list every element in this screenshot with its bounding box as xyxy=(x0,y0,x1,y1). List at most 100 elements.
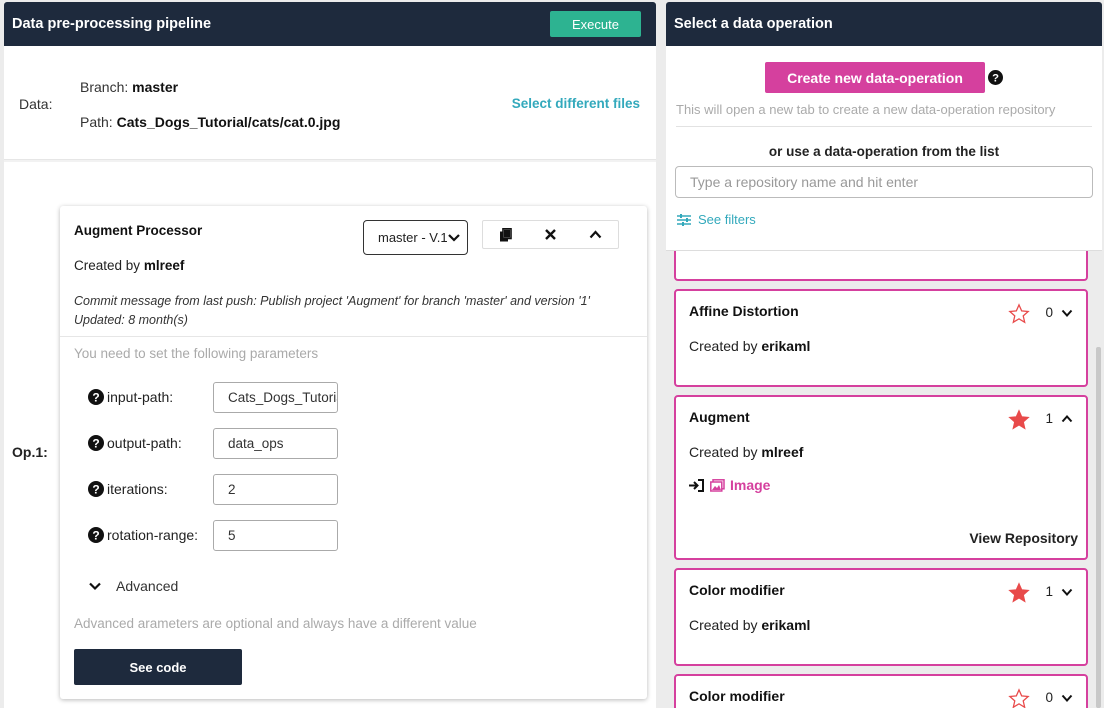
version-select[interactable]: master - V.1 xyxy=(363,220,468,255)
input-type-label: Image xyxy=(730,477,771,493)
chevron-down-icon[interactable] xyxy=(1061,692,1073,704)
selector-title: Select a data operation xyxy=(674,16,833,32)
param-label: input-path: xyxy=(107,389,174,405)
chevron-up-icon[interactable] xyxy=(1061,413,1073,425)
operation-card[interactable]: Augment Created by mlreef 1 Image View R… xyxy=(674,395,1088,560)
param-rotation-range: ? rotation-range: xyxy=(88,519,198,551)
created-by-label: Created by xyxy=(689,338,758,354)
filter-icon xyxy=(677,213,691,226)
operation-card[interactable]: Affine Distortion Created by erikaml 0 xyxy=(674,289,1088,387)
version-select-value: master - V.1 xyxy=(378,230,448,245)
help-icon[interactable]: ? xyxy=(988,70,1003,85)
processor-author: mlreef xyxy=(143,258,185,273)
operation-card[interactable]: Color modifier Created by erikaml 1 xyxy=(674,568,1088,666)
operation-card[interactable]: Color modifier 0 xyxy=(674,674,1088,708)
operation-name: Augment xyxy=(689,409,750,425)
advanced-note: Advanced arameters are optional and alwa… xyxy=(74,616,477,631)
svg-text:?: ? xyxy=(992,73,999,85)
star-icon[interactable] xyxy=(1008,303,1030,325)
chevron-down-icon xyxy=(89,582,101,591)
help-icon[interactable]: ? xyxy=(88,435,104,451)
selector-controls: Create new data-operation ? This will op… xyxy=(666,46,1102,251)
pipeline-panel: Data pre-processing pipeline Execute Dat… xyxy=(4,2,656,708)
image-icon xyxy=(710,478,725,492)
branch-value: master xyxy=(132,79,179,95)
star-filled-icon[interactable] xyxy=(1008,409,1030,431)
chevron-up-icon[interactable] xyxy=(586,225,606,245)
view-repository-link[interactable]: View Repository xyxy=(969,530,1078,546)
scrollbar[interactable] xyxy=(1096,347,1101,708)
param-iterations: ? iterations: xyxy=(88,473,168,505)
operation-name: Color modifier xyxy=(689,688,785,704)
param-label: iterations: xyxy=(107,481,168,497)
create-data-operation-button[interactable]: Create new data-operation xyxy=(765,62,985,93)
svg-text:?: ? xyxy=(92,391,99,405)
star-filled-icon[interactable] xyxy=(1008,582,1030,604)
sign-in-icon xyxy=(689,478,704,492)
svg-text:?: ? xyxy=(92,529,99,543)
branch-label: Branch: xyxy=(80,79,129,95)
pipeline-title: Data pre-processing pipeline xyxy=(12,16,212,32)
help-icon[interactable]: ? xyxy=(88,481,104,497)
updated-time: Updated: 8 month(s) xyxy=(74,313,188,327)
data-selection-box: Data: Branch: master Path: Cats_Dogs_Tut… xyxy=(4,46,656,160)
chevron-down-icon[interactable] xyxy=(1061,307,1073,319)
param-input-path: ? input-path: xyxy=(88,381,173,413)
see-code-button[interactable]: See code xyxy=(74,649,242,685)
rotation-range-field[interactable]: 5 xyxy=(213,520,338,551)
path-value: Cats_Dogs_Tutorial/cats/cat.0.jpg xyxy=(116,114,341,130)
param-output-path: ? output-path: xyxy=(88,427,182,459)
created-by-label: Created by xyxy=(74,258,141,273)
new-tab-note: This will open a new tab to create a new… xyxy=(676,102,1056,117)
path-label: Path: xyxy=(80,114,113,130)
close-icon[interactable] xyxy=(541,225,561,245)
advanced-label: Advanced xyxy=(116,578,179,594)
operation-author: erikaml xyxy=(761,338,811,354)
input-type-tag: Image xyxy=(689,477,770,493)
commit-info: Commit message from last push: Publish p… xyxy=(74,292,590,330)
operation-name: Color modifier xyxy=(689,582,785,598)
execute-button[interactable]: Execute xyxy=(550,11,641,37)
see-filters-link[interactable]: See filters xyxy=(677,212,756,227)
op-index-label: Op.1: xyxy=(12,444,48,460)
help-icon[interactable]: ? xyxy=(88,389,104,405)
iterations-field[interactable]: 2 xyxy=(213,474,338,505)
help-icon[interactable]: ? xyxy=(88,527,104,543)
copy-icon[interactable] xyxy=(496,225,516,245)
repository-search-input[interactable]: Type a repository name and hit enter xyxy=(675,166,1093,198)
advanced-toggle[interactable]: Advanced xyxy=(88,578,178,594)
processor-title: Augment Processor xyxy=(74,223,203,238)
path-info: Path: Cats_Dogs_Tutorial/cats/cat.0.jpg xyxy=(80,114,340,130)
operation-created-by: Created by erikaml xyxy=(689,338,810,354)
param-label: output-path: xyxy=(107,435,182,451)
svg-text:?: ? xyxy=(92,483,99,497)
divider xyxy=(676,126,1092,127)
data-label: Data: xyxy=(19,96,53,112)
divider xyxy=(60,336,647,337)
operation-name: Affine Distortion xyxy=(689,303,799,319)
chevron-down-icon xyxy=(448,234,460,242)
operation-selector-panel: Select a data operation Create new data-… xyxy=(666,2,1102,708)
branch-info: Branch: master xyxy=(80,79,178,95)
processor-card: Augment Processor Created by mlreef mast… xyxy=(60,206,647,699)
param-label: rotation-range: xyxy=(107,527,199,543)
see-filters-label: See filters xyxy=(698,212,756,227)
operation-area: Op.1: Augment Processor Created by mlree… xyxy=(4,162,656,708)
operation-author: mlreef xyxy=(761,444,804,460)
star-count: 1 xyxy=(1045,411,1053,426)
svg-text:?: ? xyxy=(92,437,99,451)
input-path-field[interactable]: Cats_Dogs_Tutorial xyxy=(213,382,338,413)
star-count: 0 xyxy=(1045,305,1053,320)
or-use-label: or use a data-operation from the list xyxy=(768,144,1000,159)
params-note: You need to set the following parameters xyxy=(74,346,319,361)
created-by-label: Created by xyxy=(689,444,758,460)
star-count: 0 xyxy=(1045,690,1053,705)
operation-card[interactable] xyxy=(674,251,1088,281)
select-different-files-link[interactable]: Select different files xyxy=(512,96,640,111)
selector-header: Select a data operation xyxy=(666,2,1102,46)
operation-created-by: Created by erikaml xyxy=(689,617,810,633)
star-count: 1 xyxy=(1045,584,1053,599)
star-icon[interactable] xyxy=(1008,688,1030,708)
chevron-down-icon[interactable] xyxy=(1061,586,1073,598)
output-path-field[interactable]: data_ops xyxy=(213,428,338,459)
